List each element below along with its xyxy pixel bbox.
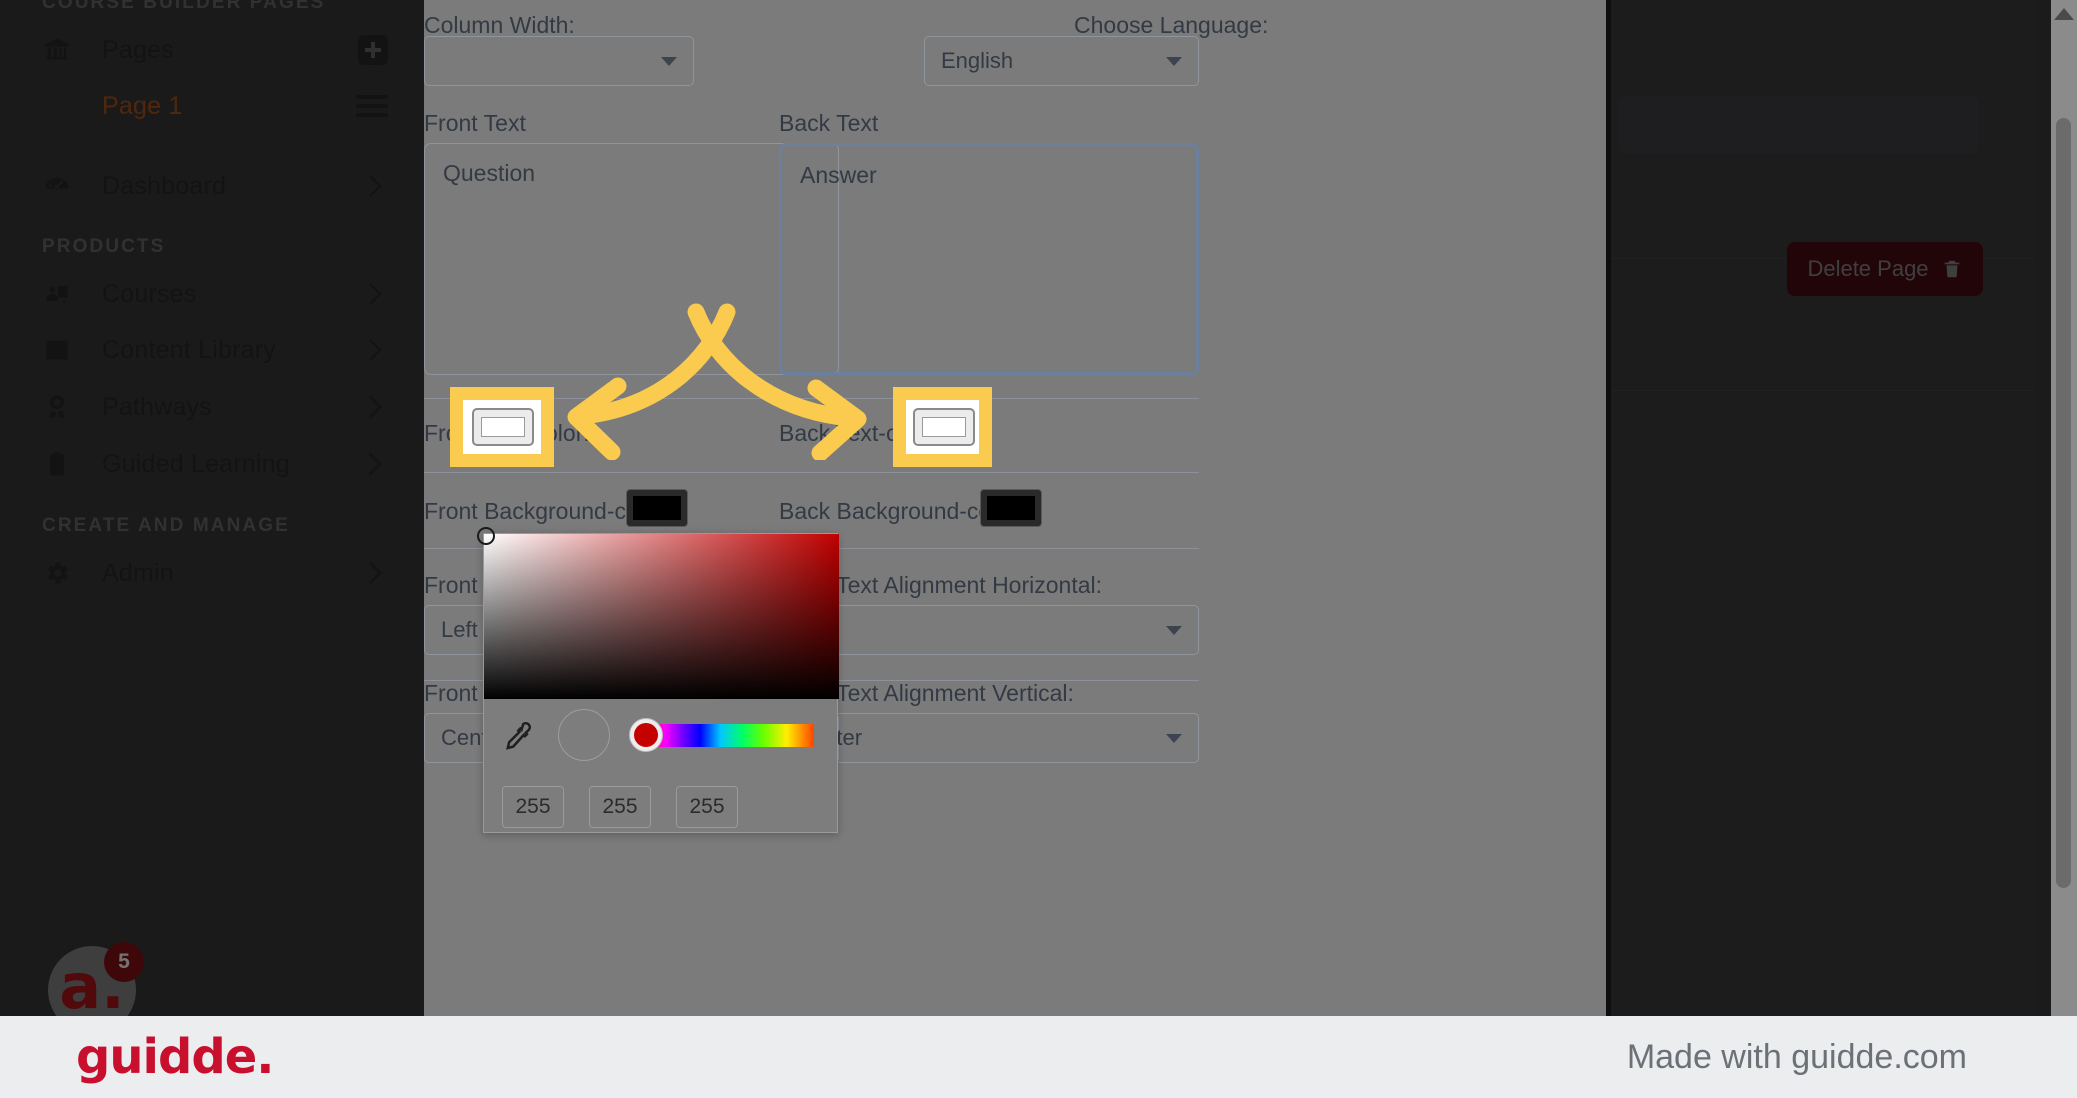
panel-divider [1611, 390, 2034, 391]
sidebar-item-content-library[interactable]: Content Library [0, 322, 420, 378]
column-width-label: Column Width: [424, 12, 575, 38]
plus-icon[interactable] [358, 35, 388, 65]
front-text-textarea[interactable]: Question [424, 143, 839, 375]
sidebar-item-courses[interactable]: Courses [0, 266, 420, 322]
delete-page-label: Delete Page [1807, 256, 1929, 281]
chevron-right-icon [366, 560, 384, 586]
section-divider [424, 398, 839, 399]
section-divider [424, 472, 839, 473]
color-picker-cursor[interactable] [477, 527, 495, 545]
award-icon [40, 390, 74, 424]
sidebar-item-label: Admin [102, 558, 174, 587]
color-picker-blue-field[interactable]: 255 [676, 786, 738, 828]
back-text-alignment-horizontal-select[interactable]: Left [779, 605, 1199, 655]
color-picker-preview [558, 709, 610, 761]
bank-icon [40, 33, 74, 67]
back-text-color-label: Back Text-color: [779, 420, 943, 446]
chevron-down-icon [1166, 733, 1182, 743]
sidebar-item-label: Guided Learning [102, 449, 290, 478]
chevron-right-icon [366, 281, 384, 307]
sidebar-section-products: PRODUCTS [42, 236, 166, 257]
sidebar-item-label: Content Library [102, 335, 276, 364]
color-fill [987, 496, 1035, 520]
eyedropper-icon[interactable] [502, 721, 532, 751]
sidebar-item-page-1[interactable]: Page 1 [0, 78, 420, 134]
section-divider [779, 398, 1199, 399]
back-text-alignment-vertical-select[interactable]: Center [779, 713, 1199, 763]
sidebar-item-label: Pages [102, 35, 174, 64]
sidebar-item-label: Page 1 [102, 91, 183, 120]
back-align-vertical-value: Center [796, 725, 1158, 751]
guidde-footer-bar: guidde. Made with guidde.com [0, 1016, 2077, 1098]
guidde-logo: guidde. [76, 1029, 274, 1085]
sidebar-item-pages[interactable]: Pages [0, 22, 420, 78]
color-picker-hue-thumb[interactable] [629, 718, 663, 752]
sidebar-item-dashboard[interactable]: Dashboard [0, 158, 420, 214]
speedometer-icon [40, 169, 74, 203]
trash-icon [1944, 260, 1959, 278]
back-text-label: Back Text [779, 110, 879, 136]
sidebar-item-pathways[interactable]: Pathways [0, 379, 420, 435]
scroll-up-arrow-icon[interactable] [2054, 8, 2074, 20]
vertical-scrollbar[interactable] [2051, 0, 2077, 1016]
color-picker-hue-slider[interactable] [644, 724, 814, 747]
screen: COURSE BUILDER PAGES Pages Page 1 Dashbo… [0, 0, 2077, 1098]
sidebar-item-guided-learning[interactable]: Guided Learning [0, 436, 420, 492]
page-spacer-icon [40, 89, 74, 123]
sidebar-item-label: Courses [102, 279, 197, 308]
hamburger-icon[interactable] [356, 95, 388, 117]
choose-language-value: English [941, 48, 1014, 73]
brand-avatar[interactable]: a. 5 [48, 942, 144, 1016]
presentation-icon [40, 277, 74, 311]
front-text-label: Front Text [424, 110, 526, 136]
made-with-guidde-label: Made with guidde.com [1626, 1037, 1967, 1076]
color-picker-saturation-area[interactable] [477, 527, 839, 699]
sidebar-item-label: Pathways [102, 392, 212, 421]
chevron-down-icon [1166, 56, 1182, 66]
section-divider [779, 472, 1199, 473]
front-text-color-label: Front Text-color: [424, 420, 590, 446]
color-picker-controls [484, 699, 839, 779]
sidebar-section-create-and-manage: CREATE AND MANAGE [42, 515, 290, 536]
scrollbar-thumb[interactable] [2056, 118, 2071, 888]
sidebar: COURSE BUILDER PAGES Pages Page 1 Dashbo… [0, 0, 420, 1016]
notification-count-badge: 5 [104, 942, 144, 982]
back-text-textarea[interactable]: Answer [779, 143, 1199, 375]
hue-thumb-dot [634, 723, 658, 747]
chevron-right-icon [366, 337, 384, 363]
section-divider [779, 548, 1199, 549]
column-width-select[interactable] [424, 36, 694, 86]
sidebar-item-admin[interactable]: Admin [0, 545, 420, 601]
front-background-color-swatch[interactable] [626, 489, 688, 527]
flashcard-settings-dialog: Column Width: Choose Language: English F… [424, 0, 1606, 1016]
page-settings-panel: Delete Page [1611, 0, 2034, 1016]
back-background-color-swatch[interactable] [980, 489, 1042, 527]
choose-language-select[interactable]: English [924, 36, 1199, 86]
app-viewport: COURSE BUILDER PAGES Pages Page 1 Dashbo… [0, 0, 2077, 1016]
color-picker-green-field[interactable]: 255 [589, 786, 651, 828]
back-align-horizontal-value: Left [796, 617, 1158, 643]
delete-page-button[interactable]: Delete Page [1787, 242, 1983, 296]
chevron-down-icon [1166, 625, 1182, 635]
clipboard-icon [40, 447, 74, 481]
panel-field-placeholder [1619, 96, 1979, 154]
back-text-value: Answer [800, 162, 877, 188]
gear-icon [40, 556, 74, 590]
front-text-value: Question [443, 160, 536, 186]
chevron-right-icon [366, 394, 384, 420]
book-icon [40, 333, 74, 367]
color-fill [633, 496, 681, 520]
sidebar-item-label: Dashboard [102, 171, 227, 200]
chevron-right-icon [366, 451, 384, 477]
chevron-down-icon [661, 56, 677, 66]
chevron-right-icon [366, 173, 384, 199]
color-picker-popover[interactable]: 255 255 255 [477, 527, 839, 833]
choose-language-label: Choose Language: [1074, 12, 1269, 38]
sidebar-section-course-builder-pages: COURSE BUILDER PAGES [42, 0, 326, 13]
color-picker-red-field[interactable]: 255 [502, 786, 564, 828]
